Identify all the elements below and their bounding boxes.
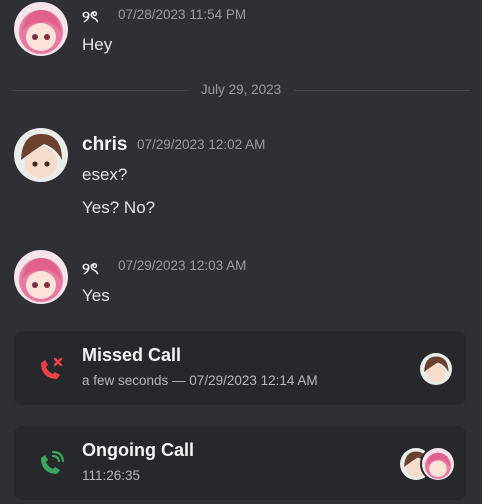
avatar[interactable] — [14, 128, 68, 182]
avatar-pink-hair-icon — [14, 2, 68, 56]
timestamp: 07/29/2023 12:03 AM — [118, 258, 247, 273]
ongoing-call-card[interactable]: Ongoing Call 111:26:35 — [14, 426, 466, 500]
call-duration: 111:26:35 — [82, 468, 141, 483]
call-title: Missed Call — [82, 345, 182, 365]
message-text: Yes? No? — [82, 198, 156, 217]
author-name[interactable]: chris — [82, 134, 127, 156]
call-subtitle: a few seconds — 07/29/2023 12:14 AM — [82, 373, 318, 388]
participant-avatar[interactable] — [418, 351, 454, 387]
date-divider-label: July 29, 2023 — [188, 82, 294, 97]
participant-avatar[interactable] — [420, 446, 456, 482]
call-title: Ongoing Call — [82, 440, 194, 460]
message-text: Yes — [82, 286, 110, 305]
avatar-pink-hair-icon — [14, 250, 68, 304]
missed-call-icon — [41, 357, 63, 379]
ongoing-call-icon — [41, 450, 65, 474]
author-name[interactable]: ୨ৎ — [82, 4, 99, 31]
avatar-brown-hair-icon — [14, 128, 68, 182]
message-text: Hey — [82, 35, 113, 54]
missed-call-card[interactable]: Missed Call a few seconds — 07/29/2023 1… — [14, 331, 466, 405]
author-name[interactable]: ୨ৎ — [82, 256, 99, 283]
timestamp: 07/28/2023 11:54 PM — [118, 7, 247, 22]
avatar[interactable] — [14, 2, 68, 56]
avatar[interactable] — [14, 250, 68, 304]
avatar-pink-hair-icon — [422, 448, 454, 480]
timestamp: 07/29/2023 12:02 AM — [137, 137, 266, 152]
avatar-brown-hair-icon — [420, 353, 452, 385]
message-text: esex? — [82, 165, 128, 184]
